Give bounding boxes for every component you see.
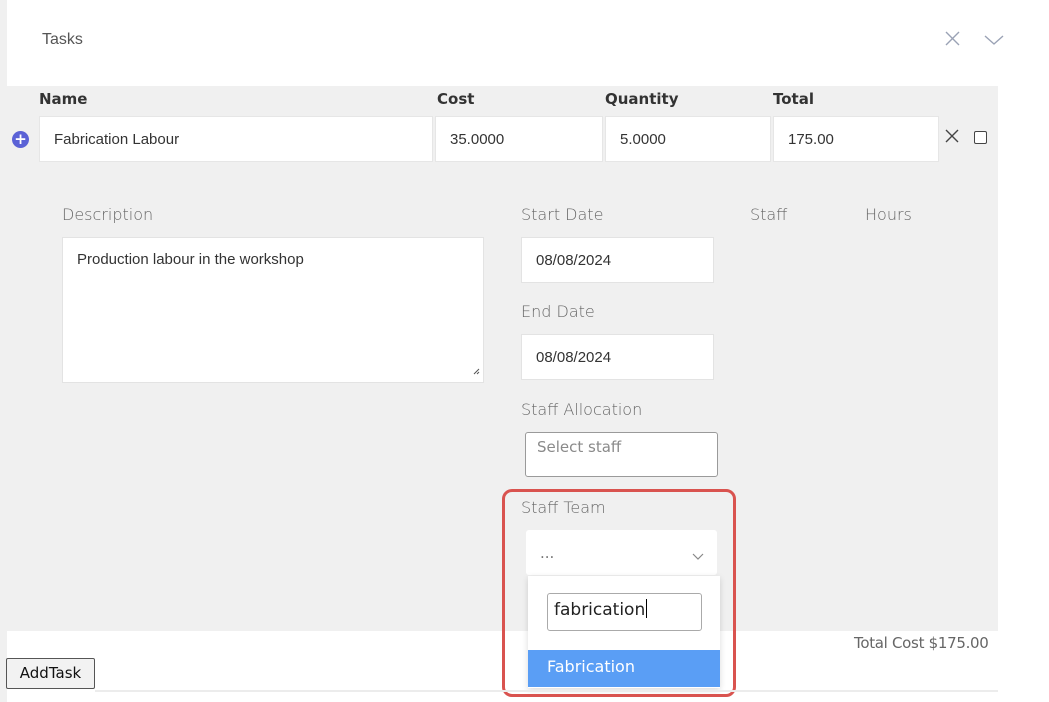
description-text: Production labour in the workshop [77, 251, 304, 268]
column-header-total: Total [773, 90, 814, 108]
checkbox-icon[interactable] [974, 131, 987, 144]
add-task-button[interactable]: AddTask [6, 658, 95, 689]
plus-circle-icon[interactable]: + [12, 131, 29, 148]
hours-label: Hours [865, 205, 912, 224]
start-date-input[interactable]: 08/08/2024 [521, 237, 714, 283]
task-total-field[interactable]: 175.00 [773, 116, 939, 162]
task-quantity-field[interactable]: 5.0000 [605, 116, 771, 162]
start-date-label: Start Date [521, 205, 604, 224]
staff-allocation-label: Staff Allocation [521, 400, 643, 419]
task-name-field[interactable]: Fabrication Labour [39, 116, 433, 162]
column-header-name: Name [39, 90, 88, 108]
column-header-cost: Cost [437, 90, 475, 108]
end-date-input[interactable]: 08/08/2024 [521, 334, 714, 380]
task-cost-field[interactable]: 35.0000 [435, 116, 603, 162]
end-date-label: End Date [521, 302, 595, 321]
panel-title: Tasks [42, 31, 83, 48]
column-header-quantity: Quantity [605, 90, 679, 108]
x-icon[interactable] [944, 128, 960, 148]
description-textarea[interactable]: Production labour in the workshop [62, 237, 484, 383]
left-border-strip [0, 0, 7, 702]
total-cost: Total Cost $175.00 [854, 634, 989, 652]
description-label: Description [62, 205, 154, 224]
highlight-box [502, 489, 736, 697]
divider [95, 690, 998, 692]
chevron-down-icon[interactable] [983, 32, 1005, 51]
staff-allocation-select[interactable]: Select staff [525, 432, 718, 477]
resize-handle-icon[interactable] [473, 362, 480, 379]
close-icon[interactable] [944, 30, 961, 51]
staff-label: Staff [750, 205, 788, 224]
